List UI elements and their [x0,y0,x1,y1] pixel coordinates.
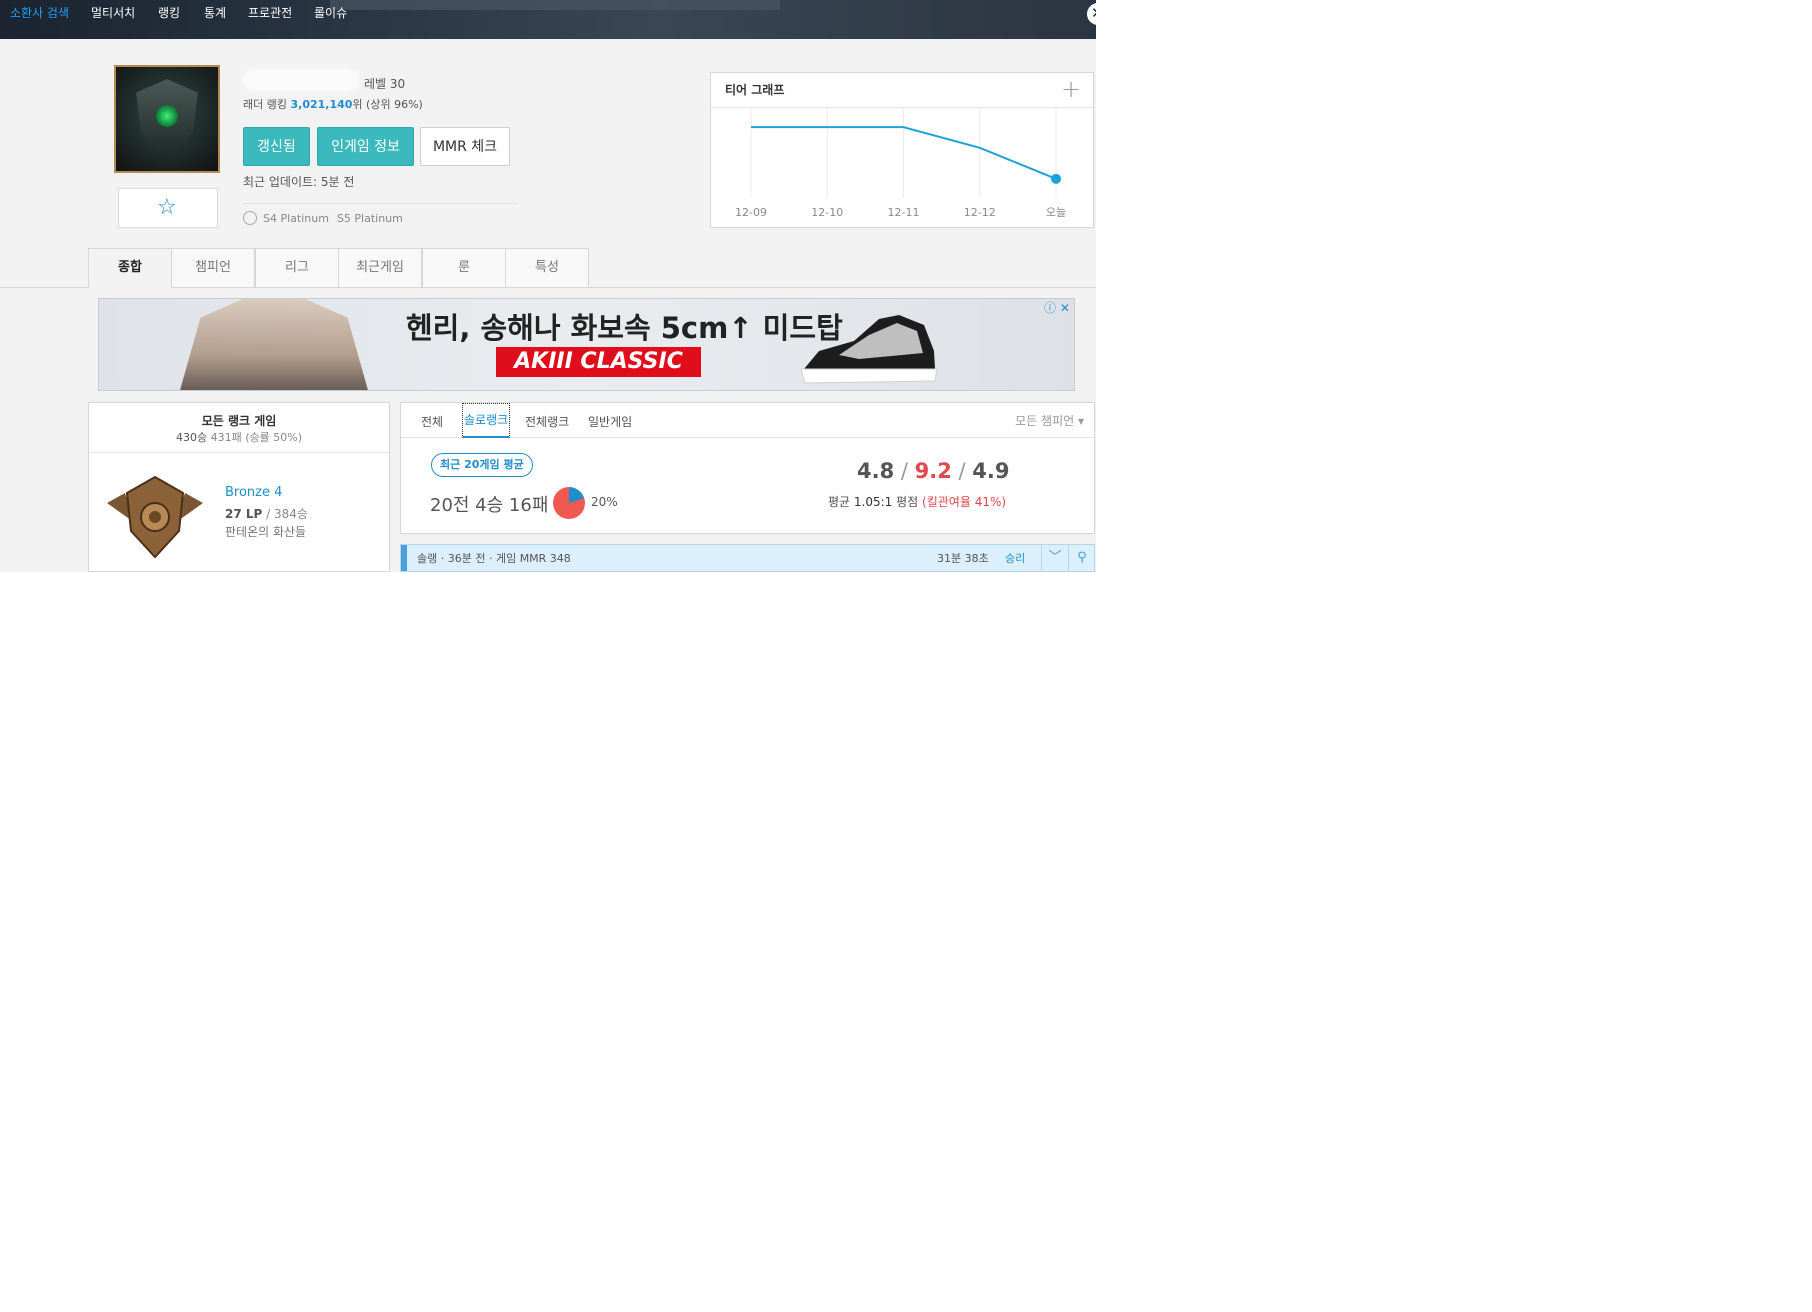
past-tier-s4: S4 Platinum [263,212,329,225]
page: 소환사 검색 멀티서치 랭킹 통계 프로관전 롤이슈 ☆ 레벨 30 래더 랭킹… [0,0,1096,572]
medal-icon [243,211,257,225]
chevron-down-icon[interactable]: ﹀ [1041,545,1068,571]
close-icon[interactable] [1087,3,1096,25]
sneaker-image [800,315,938,384]
bronze-emblem-icon [107,475,203,559]
nav-search-strip [330,0,780,10]
winrate-percent: 20% [591,495,618,509]
ad-banner[interactable]: 헨리, 송해나 화보속 5cm↑ 미드탑 AKIII CLASSIC ⓘ ✕ [98,298,1075,391]
game-duration: 31분 38초 [937,552,989,565]
last-updated: 최근 업데이트: 5분 전 [243,175,355,189]
data-point[interactable] [1051,173,1061,184]
game-result: 승리 [1005,552,1026,565]
avg-deaths: 9.2 [914,459,952,483]
tab-overview[interactable]: 종합 [88,248,172,288]
star-icon: ☆ [157,195,177,220]
win-loss-record: 20전 4승 16패 [430,495,549,516]
rank-record: 430승 431패 (승률 50%) [175,431,302,444]
game-tab-all-rank[interactable]: 전체랭크 [525,413,569,430]
ad-models-image [179,299,369,390]
ladder-ranking: 래더 랭킹 3,021,140위 (상위 96%) [243,98,423,111]
divider [243,203,518,204]
rank-panel-title: 모든 랭크 게임 [201,414,277,428]
kill-participation: (킬관여율 41%) [922,495,1007,509]
win-indicator [401,545,407,571]
summoner-name-redacted [243,70,358,90]
tab-runes[interactable]: 룬 [422,248,506,288]
league-name: 판테온의 화산들 [225,525,307,539]
past-tier-s5: S5 Platinum [336,212,403,225]
x-tick-label: 오늘 [1046,206,1066,219]
summoner-level: 레벨 30 [364,77,406,91]
tier-lp: 27 LP / 384승 [225,507,308,521]
winrate-pie [553,487,585,519]
tier-name[interactable]: Bronze 4 [225,485,282,500]
nav-lol-issue[interactable]: 롤이슈 [314,4,347,21]
kda-values: 4.8 / 9.2 / 4.9 [857,459,1010,483]
kda-ratio: 평균 1.05:1 평점 (킬관여율 41%) [828,495,1007,509]
gem-icon [156,105,178,127]
favorite-button[interactable]: ☆ [118,188,218,228]
tier-graph: 티어 그래프 + 12-09 12-10 12-11 12-12 오늘 [710,72,1094,228]
game-tab-normal[interactable]: 일반게임 [588,413,632,430]
ad-choices-icon[interactable]: ⓘ ✕ [1044,299,1070,316]
refresh-button[interactable]: 갱신됨 [243,127,310,166]
x-tick-label: 12-10 [811,206,843,219]
ad-headline: 헨리, 송해나 화보속 5cm↑ 미드탑 [406,311,843,345]
game-filter-tabs: 전체 솔로랭크 전체랭크 일반게임 모든 챔피언 ▾ [401,403,1094,438]
game-tab-solo-rank[interactable]: 솔로랭크 [462,403,511,438]
rank-panel-header: 모든 랭크 게임 430승 431패 (승률 50%) [89,403,389,453]
nav-stats[interactable]: 통계 [204,4,226,21]
top-nav: 소환사 검색 멀티서치 랭킹 통계 프로관전 롤이슈 [0,0,1096,39]
search-icon[interactable]: ⚲ [1068,545,1095,571]
profile-icon [114,65,220,173]
x-tick-label: 12-12 [964,206,996,219]
tab-league[interactable]: 리그 [255,248,339,288]
ad-logo: AKIII CLASSIC [496,347,701,377]
ingame-info-button[interactable]: 인게임 정보 [317,127,414,166]
avg-assists: 4.9 [972,459,1010,483]
tier-graph-title: 티어 그래프 [725,83,785,97]
ladder-rank-value: 3,021,140 [290,98,353,111]
nav-pro-spectate[interactable]: 프로관전 [248,4,292,21]
plus-icon[interactable]: + [1061,75,1081,103]
tier-chart: 12-09 12-10 12-11 12-12 오늘 [735,108,1066,219]
past-season-tiers: S4 Platinum S5 Platinum [243,211,403,225]
recent-games-badge: 최근 20게임 평균 [431,453,533,477]
tab-champion[interactable]: 챔피언 [171,248,255,288]
x-tick-label: 12-11 [888,206,920,219]
champion-filter-dropdown[interactable]: 모든 챔피언 ▾ [1015,412,1084,429]
nav-multisearch[interactable]: 멀티서치 [91,4,135,21]
game-info: 솔랭 · 36분 전 · 게임 MMR 348 [417,552,571,565]
game-tab-all[interactable]: 전체 [421,413,443,430]
nav-summoner-search[interactable]: 소환사 검색 [10,4,69,21]
avg-kills: 4.8 [857,459,895,483]
tab-masteries[interactable]: 특성 [505,248,589,288]
tab-recent-games[interactable]: 최근게임 [338,248,422,288]
game-row[interactable]: 솔랭 · 36분 전 · 게임 MMR 348 31분 38초 승리 ﹀ ⚲ [400,544,1095,572]
mmr-check-button[interactable]: MMR 체크 [420,127,510,166]
x-tick-label: 12-09 [735,206,767,219]
game-summary-panel: 전체 솔로랭크 전체랭크 일반게임 모든 챔피언 ▾ 최근 20게임 평균 20… [400,402,1095,534]
nav-ranking[interactable]: 랭킹 [158,4,180,21]
rank-summary-panel: 모든 랭크 게임 430승 431패 (승률 50%) Bronze 4 27 … [88,402,390,572]
